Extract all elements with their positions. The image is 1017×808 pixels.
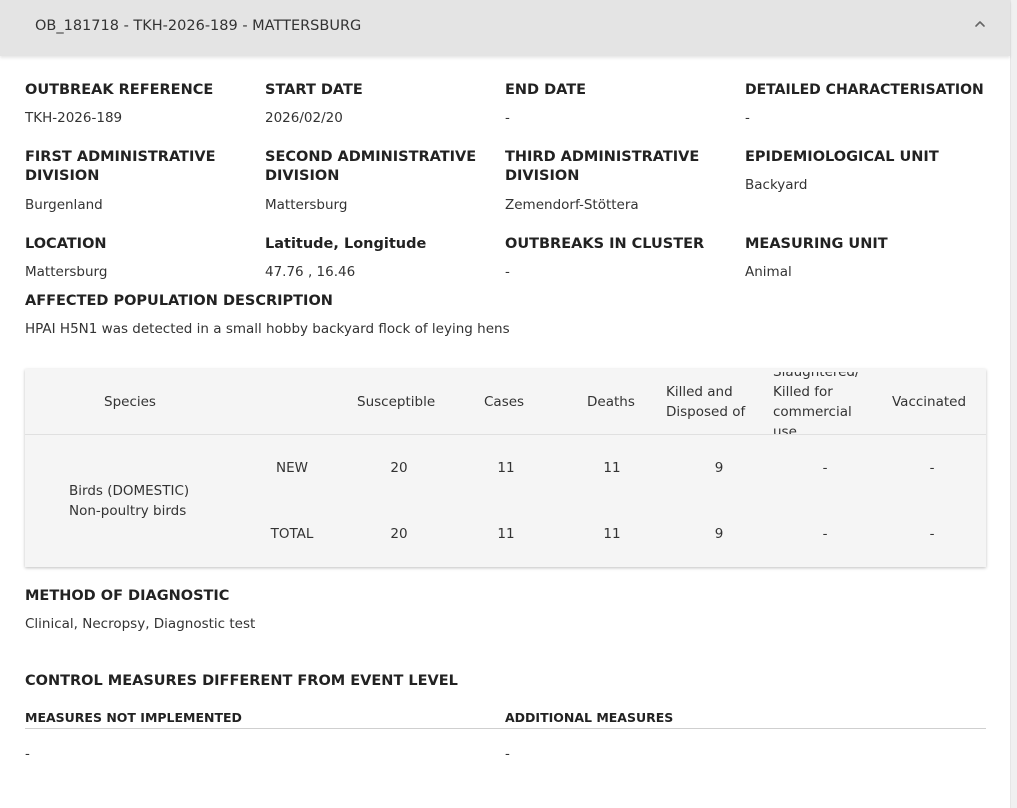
field-value: Backyard bbox=[745, 177, 808, 193]
field-label-line2: DIVISION bbox=[265, 168, 340, 184]
cell-killed: 9 bbox=[714, 460, 724, 476]
th-killed-line2: Disposed of bbox=[666, 404, 746, 420]
field-third-admin-division: THIRD ADMINISTRATIVE DIVISION Zemendorf-… bbox=[505, 148, 741, 214]
field-value: 2026/02/20 bbox=[265, 110, 343, 126]
species-line2: Non-poultry birds bbox=[69, 503, 187, 519]
th-killed-line1: Killed and bbox=[666, 384, 733, 400]
cell-killed: 9 bbox=[714, 526, 724, 542]
th-slaughtered-line3: commercial bbox=[773, 404, 852, 420]
field-value: 47.76 , 16.46 bbox=[265, 264, 356, 280]
field-label: MEASURING UNIT bbox=[745, 236, 888, 252]
cell-slaughtered: - bbox=[822, 526, 828, 542]
field-value: Clinical, Necropsy, Diagnostic test bbox=[25, 616, 256, 632]
field-label: LOCATION bbox=[25, 236, 107, 252]
species-table: Species Susceptible Cases Deaths Killed … bbox=[25, 369, 986, 567]
cell-vaccinated: - bbox=[929, 526, 935, 542]
cell-susceptible: 20 bbox=[390, 526, 408, 542]
field-value: TKH-2026-189 bbox=[25, 110, 123, 126]
field-affected-population: AFFECTED POPULATION DESCRIPTION HPAI H5N… bbox=[25, 292, 925, 338]
field-value: Zemendorf-Stöttera bbox=[505, 197, 639, 213]
th-slaughtered-killed: Slaughtered/ Killed for commercial use bbox=[773, 372, 877, 435]
field-label: AFFECTED POPULATION DESCRIPTION bbox=[25, 293, 333, 309]
field-value: Burgenland bbox=[25, 197, 103, 213]
th-susceptible: Susceptible bbox=[357, 394, 436, 410]
field-label-line2: DIVISION bbox=[25, 168, 100, 184]
field-end-date: END DATE - bbox=[505, 81, 741, 127]
cell-deaths: 11 bbox=[603, 526, 621, 542]
th-deaths: Deaths bbox=[587, 394, 635, 410]
field-location: LOCATION Mattersburg bbox=[25, 235, 261, 281]
field-value: Mattersburg bbox=[25, 264, 108, 280]
cell-slaughtered: - bbox=[822, 460, 828, 476]
field-label: DETAILED CHARACTERISATION bbox=[745, 82, 984, 98]
field-label: Latitude, Longitude bbox=[265, 236, 427, 252]
panel-title: OB_181718 - TKH-2026-189 - MATTERSBURG bbox=[35, 18, 362, 34]
field-label-line1: THIRD ADMINISTRATIVE bbox=[505, 149, 700, 165]
field-outbreak-reference: OUTBREAK REFERENCE TKH-2026-189 bbox=[25, 81, 261, 127]
field-outbreaks-in-cluster: OUTBREAKS IN CLUSTER - bbox=[505, 235, 741, 281]
cell-deaths: 11 bbox=[603, 460, 621, 476]
field-value: - bbox=[745, 110, 750, 126]
field-label: OUTBREAK REFERENCE bbox=[25, 82, 214, 98]
field-measuring-unit: MEASURING UNIT Animal bbox=[745, 235, 981, 281]
cell-cases: 11 bbox=[497, 526, 515, 542]
field-method-of-diagnostic: METHOD OF DIAGNOSTIC Clinical, Necropsy,… bbox=[25, 587, 625, 633]
cell-susceptible: 20 bbox=[390, 460, 408, 476]
measures-not-implemented-value: - bbox=[25, 746, 30, 762]
field-label-line1: SECOND ADMINISTRATIVE bbox=[265, 149, 477, 165]
th-vaccinated: Vaccinated bbox=[892, 394, 967, 410]
field-lat-long: Latitude, Longitude 47.76 , 16.46 bbox=[265, 235, 501, 281]
field-label: EPIDEMIOLOGICAL UNIT bbox=[745, 149, 939, 165]
cell-vaccinated: - bbox=[929, 460, 935, 476]
field-epidemiological-unit: EPIDEMIOLOGICAL UNIT Backyard bbox=[745, 148, 981, 194]
field-value: HPAI H5N1 was detected in a small hobby … bbox=[25, 321, 510, 337]
additional-measures-label: ADDITIONAL MEASURES bbox=[505, 710, 674, 725]
th-slaughtered-line1: Slaughtered/ bbox=[773, 372, 860, 380]
field-value: - bbox=[505, 264, 510, 280]
row-label: TOTAL bbox=[270, 526, 314, 542]
field-label: METHOD OF DIAGNOSTIC bbox=[25, 588, 230, 604]
measures-divider bbox=[25, 728, 986, 729]
additional-measures-value: - bbox=[505, 746, 510, 762]
species-line1: Birds (DOMESTIC) bbox=[69, 483, 190, 499]
field-value: Animal bbox=[745, 264, 792, 280]
field-start-date: START DATE 2026/02/20 bbox=[265, 81, 501, 127]
th-cases: Cases bbox=[484, 394, 525, 410]
field-value: - bbox=[505, 110, 510, 126]
th-killed-disposed: Killed and Disposed of bbox=[666, 382, 745, 422]
outbreak-panel: OB_181718 - TKH-2026-189 - MATTERSBURG O… bbox=[0, 0, 1011, 808]
field-second-admin-division: SECOND ADMINISTRATIVE DIVISION Mattersbu… bbox=[265, 148, 501, 214]
field-value: Mattersburg bbox=[265, 197, 348, 213]
field-label: END DATE bbox=[505, 82, 587, 98]
row-label: NEW bbox=[276, 460, 308, 476]
species-name: Birds (DOMESTIC) Non-poultry birds bbox=[69, 481, 189, 521]
field-label-line2: DIVISION bbox=[505, 168, 580, 184]
chevron-up-icon[interactable] bbox=[970, 14, 990, 34]
field-label: START DATE bbox=[265, 82, 363, 98]
th-species: Species bbox=[104, 394, 156, 410]
field-label-line1: FIRST ADMINISTRATIVE bbox=[25, 149, 216, 165]
field-label: OUTBREAKS IN CLUSTER bbox=[505, 236, 705, 252]
field-detailed-characterisation: DETAILED CHARACTERISATION - bbox=[745, 81, 1005, 127]
panel-header[interactable]: OB_181718 - TKH-2026-189 - MATTERSBURG bbox=[0, 0, 1010, 56]
header-divider bbox=[25, 434, 986, 435]
control-measures-title: CONTROL MEASURES DIFFERENT FROM EVENT LE… bbox=[25, 673, 458, 689]
measures-not-implemented-label: MEASURES NOT IMPLEMENTED bbox=[25, 710, 242, 725]
field-first-admin-division: FIRST ADMINISTRATIVE DIVISION Burgenland bbox=[25, 148, 261, 214]
th-slaughtered-line2: Killed for bbox=[773, 384, 833, 400]
cell-cases: 11 bbox=[497, 460, 515, 476]
